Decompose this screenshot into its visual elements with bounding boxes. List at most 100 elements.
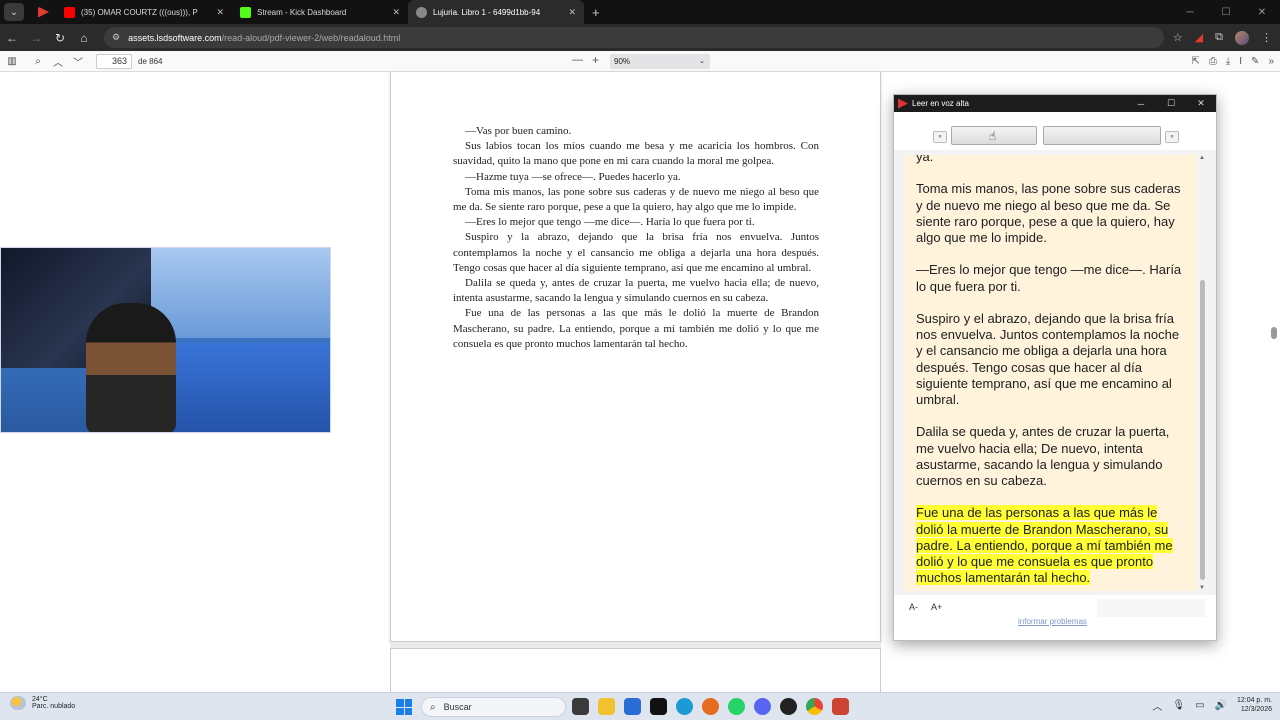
stop-button[interactable]	[1043, 126, 1161, 145]
address-bar[interactable]: ⚙ assets.lsdsoftware.com /read-aloud/pdf…	[104, 27, 1164, 48]
print-icon[interactable]: ⎙	[1209, 56, 1217, 67]
minimize-button[interactable]: ─	[1126, 99, 1156, 109]
address-path: /read-aloud/pdf-viewer-2/web/readaloud.h…	[221, 32, 401, 43]
whatsapp-icon[interactable]	[728, 698, 745, 715]
taskbar-search[interactable]: ⌕ Buscar	[421, 697, 566, 717]
back-button[interactable]: ←	[0, 31, 24, 45]
save-icon[interactable]: ⤓	[1226, 56, 1230, 67]
zoom-select[interactable]: 90% ⌄	[610, 54, 710, 69]
profile-avatar[interactable]	[1235, 30, 1249, 45]
webcam-person	[86, 303, 176, 432]
tab-kick[interactable]: Stream - Kick Dashboard ✕	[232, 0, 408, 24]
menu-icon[interactable]: ⋮	[1261, 31, 1272, 44]
zoom-in-button[interactable]: +	[592, 53, 599, 67]
tab-lujuria[interactable]: Lujuria. Libro 1 - 6499d1bb-94 ✕	[408, 0, 584, 24]
font-increase-button[interactable]: A+	[931, 602, 942, 612]
footer-field	[1097, 599, 1205, 617]
paragraph: Sus labios tocan los míos cuando me besa…	[453, 140, 819, 168]
webcam-wall	[151, 248, 330, 338]
paragraph: Toma mis manos, las pone sobre sus cader…	[916, 181, 1181, 245]
display-icon[interactable]: ▭	[1195, 700, 1204, 711]
tab-search-button[interactable]: ⌄	[4, 3, 24, 21]
capcut-icon[interactable]	[650, 698, 667, 715]
forward-button[interactable]: »	[1165, 131, 1179, 143]
rewind-button[interactable]: «	[933, 131, 947, 143]
read-aloud-window: Leer en voz alta ─ ☐ ✕ « » ☝ ya. Toma mi…	[893, 94, 1217, 641]
close-icon[interactable]: ✕	[216, 7, 224, 18]
forward-button[interactable]: →	[24, 31, 48, 45]
chevron-up-icon[interactable]: ︿	[1152, 698, 1162, 713]
system-tray: ︿ 🎙 ▭ 🔊 12:04 p. m. 12/3/2026	[1152, 696, 1272, 714]
text-tool-icon[interactable]: I	[1239, 56, 1242, 67]
draw-icon[interactable]: ✎	[1251, 56, 1259, 67]
read-aloud-footer: A- A+ informar problemas	[894, 595, 1216, 640]
obs-icon[interactable]	[780, 698, 797, 715]
discord-icon[interactable]	[754, 698, 771, 715]
minimize-button[interactable]: ─	[1172, 7, 1208, 18]
taskbar-apps	[572, 698, 849, 715]
site-info-icon[interactable]: ⚙	[112, 32, 120, 43]
tab-title: Stream - Kick Dashboard	[257, 7, 347, 17]
pdf-toolbar: ▥ ⌕ ︿ ﹀ 363 de 864 — + 90% ⌄ ⇱ ⎙ ⤓ I ✎ »	[0, 51, 1280, 72]
new-tab-button[interactable]: +	[592, 5, 600, 20]
read-aloud-extension-icon[interactable]: ◢	[1195, 31, 1203, 44]
microphone-icon[interactable]: 🎙	[1172, 700, 1185, 711]
paragraph: Dalila se queda y, antes de cruzar la pu…	[453, 277, 819, 305]
paragraph: Suspiro y la abrazo, dejando que la bris…	[453, 231, 819, 274]
close-button[interactable]: ✕	[1186, 98, 1216, 109]
home-button[interactable]: ⌂	[72, 31, 96, 45]
search-icon[interactable]: ⌕	[28, 56, 48, 67]
store-icon[interactable]	[624, 698, 641, 715]
webcam-overlay	[0, 247, 331, 433]
tab-pinned[interactable]	[32, 0, 56, 24]
weather-widget[interactable]: 24°C Parc. nublado	[10, 696, 75, 710]
close-icon[interactable]: ✕	[568, 7, 576, 18]
paragraph: —Eres lo mejor que tengo —me dice—. Harí…	[916, 262, 1182, 294]
chrome-icon[interactable]	[806, 698, 823, 715]
page-number-input[interactable]: 363	[96, 53, 132, 69]
clock-date: 12/3/2026	[1240, 706, 1272, 713]
bookmark-star-icon[interactable]: ☆	[1173, 31, 1183, 44]
page-count: de 864	[138, 56, 163, 66]
clock-time: 12:04 p. m.	[1236, 697, 1272, 704]
more-tools-icon[interactable]: »	[1268, 56, 1274, 67]
open-file-icon[interactable]: ⇱	[1191, 56, 1199, 67]
windows-start-icon[interactable]	[396, 699, 412, 715]
file-explorer-icon[interactable]	[598, 698, 615, 715]
kick-icon	[240, 6, 251, 18]
paragraph: Toma mis manos, las pone sobre sus cader…	[453, 185, 819, 214]
read-aloud-app-icon[interactable]	[832, 698, 849, 715]
next-page-icon[interactable]: ﹀	[68, 54, 88, 69]
close-icon[interactable]: ✕	[392, 7, 400, 18]
close-window-button[interactable]: ✕	[1244, 7, 1280, 18]
globe-icon	[416, 6, 427, 18]
weather-icon	[10, 696, 26, 710]
font-decrease-button[interactable]: A-	[909, 602, 918, 612]
edge-icon[interactable]	[676, 698, 693, 715]
maximize-button[interactable]: ☐	[1208, 7, 1244, 18]
read-aloud-scrollbar[interactable]: ▲ ▼	[1198, 155, 1208, 591]
extensions-icon[interactable]: ⧉	[1215, 31, 1223, 44]
scroll-up-icon[interactable]: ▲	[1199, 155, 1205, 161]
tab-title: (35) OMAR COURTZ (((ous))), P	[81, 7, 198, 17]
search-icon: ⌕	[430, 701, 436, 713]
zoom-out-button[interactable]: —	[572, 54, 583, 66]
sidebar-toggle-icon[interactable]: ▥	[2, 56, 22, 67]
clock[interactable]: 12:04 p. m. 12/3/2026	[1237, 696, 1272, 714]
document-scrollbar[interactable]	[1271, 327, 1277, 339]
firefox-icon[interactable]	[702, 698, 719, 715]
reload-button[interactable]: ↻	[48, 31, 72, 45]
tab-youtube[interactable]: (35) OMAR COURTZ (((ous))), P ✕	[56, 0, 232, 24]
maximize-button[interactable]: ☐	[1156, 98, 1186, 109]
previous-page-icon[interactable]: ︿	[48, 54, 68, 69]
report-problems-link[interactable]: informar problemas	[1018, 617, 1087, 626]
paragraph: —Vas por buen camino.	[465, 125, 572, 137]
window-controls: ─ ☐ ✕	[1172, 0, 1280, 24]
scroll-down-icon[interactable]: ▼	[1199, 585, 1205, 591]
tab-favicon-icon	[38, 6, 49, 18]
tab-strip: ⌄ (35) OMAR COURTZ (((ous))), P ✕ Stream…	[0, 0, 1280, 24]
task-view-icon[interactable]	[572, 698, 589, 715]
volume-icon[interactable]: 🔊	[1215, 700, 1227, 711]
read-aloud-icon	[898, 98, 908, 109]
scroll-thumb[interactable]	[1200, 280, 1205, 580]
